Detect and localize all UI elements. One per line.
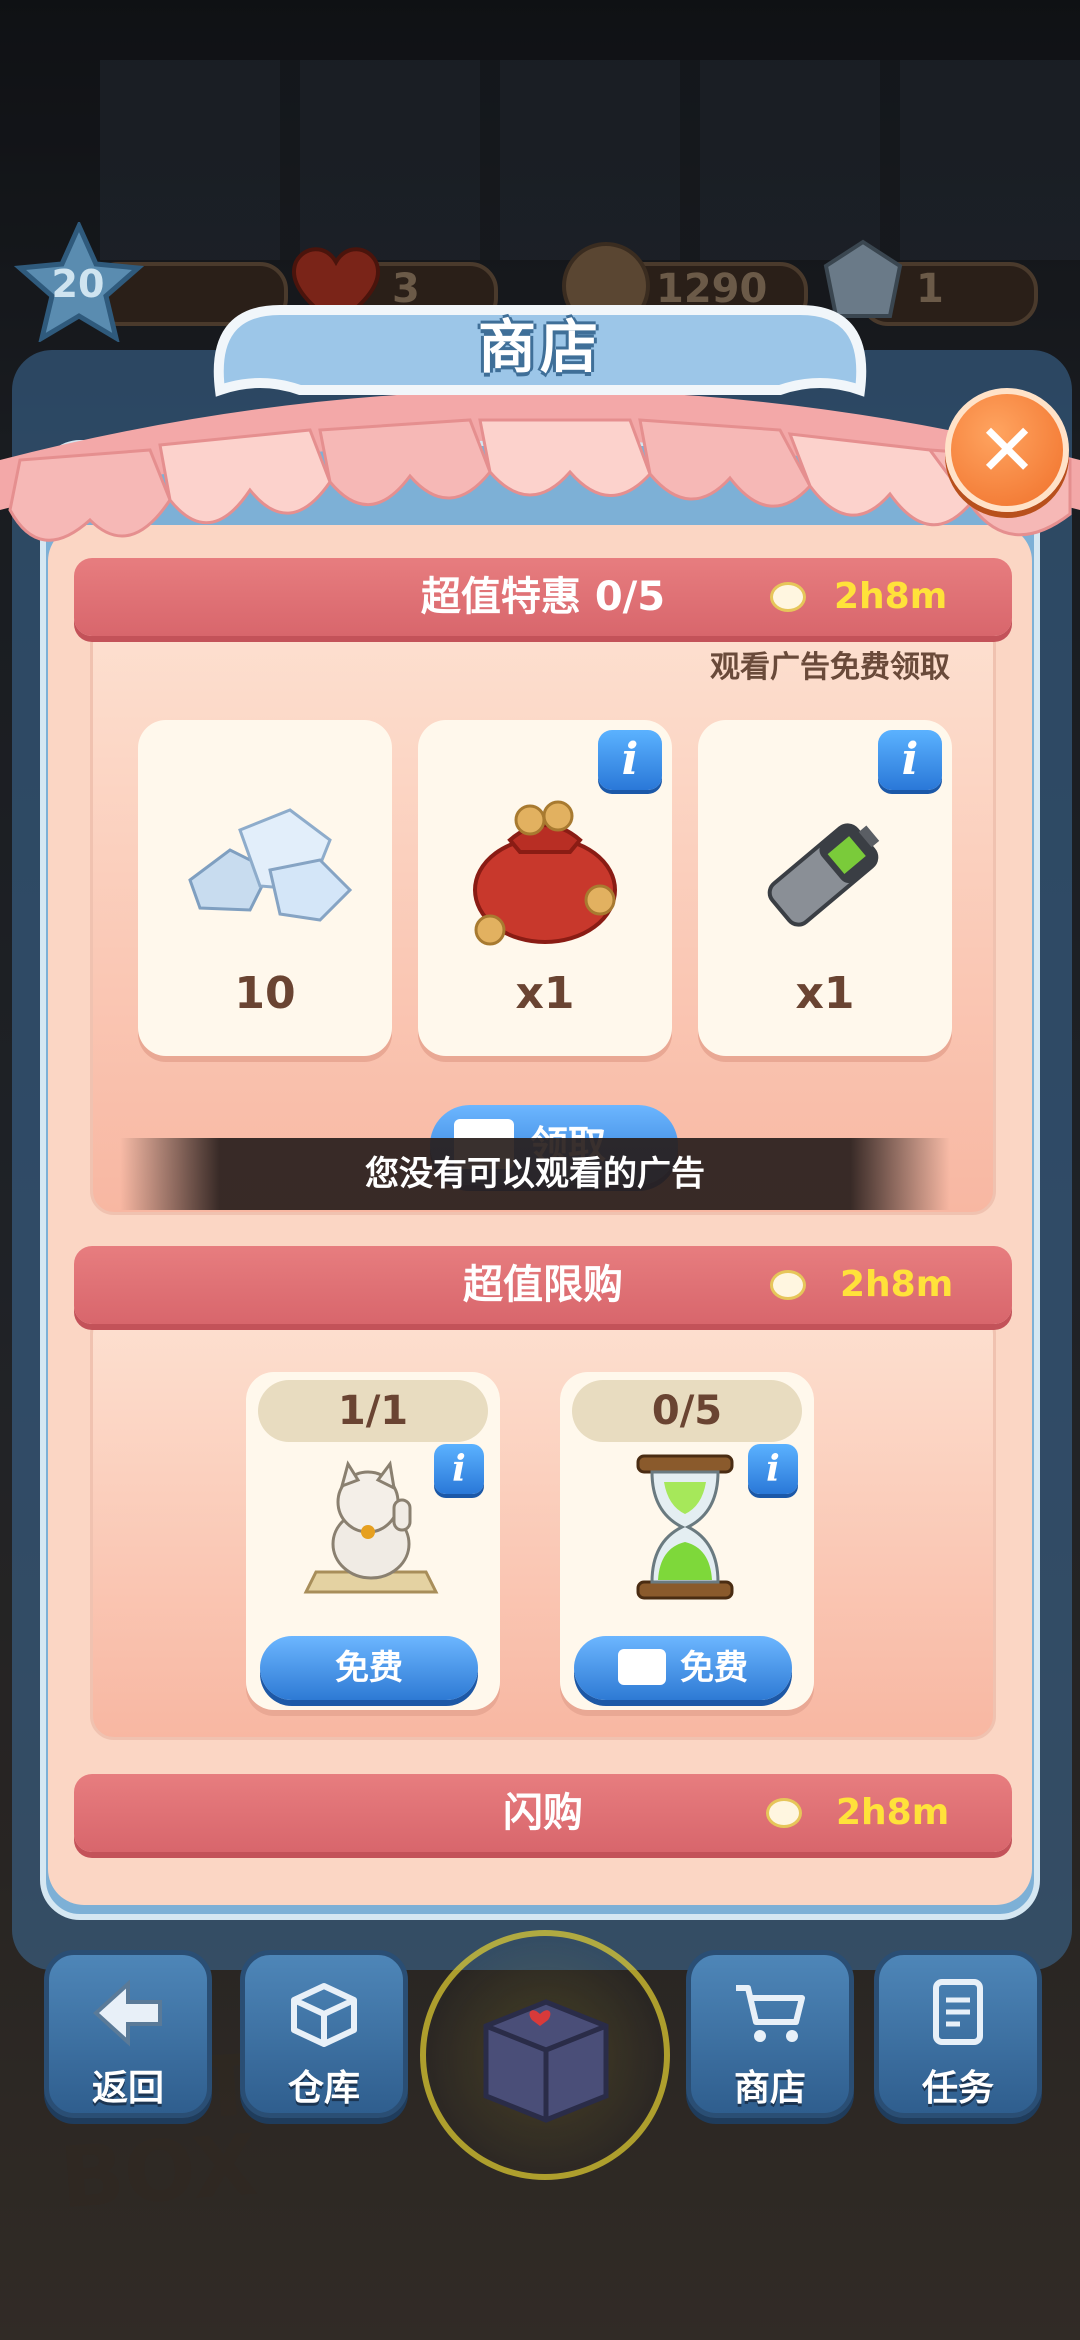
deal-card-coin-bag[interactable]: i x1: [418, 720, 672, 1056]
purchase-count: 0/5: [572, 1380, 802, 1442]
deal-value: x1: [515, 968, 575, 1019]
hourglass-icon: [636, 1454, 734, 1600]
nav-back-label: 返回: [91, 2068, 164, 2109]
free-video-button[interactable]: 免费: [574, 1636, 792, 1700]
free-button[interactable]: 免费: [260, 1636, 478, 1700]
deal-card-gems[interactable]: 10: [138, 720, 392, 1056]
chest-icon: [483, 1999, 609, 2123]
nav-tasks-label: 任务: [921, 2068, 994, 2109]
flash-header: 闪购 2h8m: [74, 1774, 1012, 1852]
info-icon[interactable]: i: [748, 1444, 798, 1494]
deals-header: 超值特惠 0/5 2h8m: [74, 558, 1012, 636]
video-icon: [618, 1648, 666, 1685]
limited-header: 超值限购 2h8m: [74, 1246, 1012, 1324]
task-list-icon: [879, 1973, 1037, 2053]
cart-icon: [691, 1973, 849, 2053]
ad-hint: 观看广告免费领取: [710, 650, 950, 685]
level-value: 20: [51, 262, 105, 306]
timer-icon: [766, 1798, 802, 1828]
shop-title: 商店: [477, 313, 602, 381]
deal-card-battery[interactable]: i x1: [698, 720, 952, 1056]
nav-back-button[interactable]: 返回: [44, 1950, 212, 2118]
limited-section: [90, 1310, 996, 1740]
gems-value: 1: [916, 266, 944, 312]
free-label: 免费: [680, 1648, 748, 1688]
gem-pile-icon: [188, 808, 353, 922]
toast-text: 您没有可以观看的广告: [365, 1154, 705, 1194]
lucky-cat-icon: [303, 1460, 439, 1594]
nav-tasks-button[interactable]: 任务: [874, 1950, 1042, 2118]
limited-timer: 2h8m: [840, 1264, 954, 1305]
flash-timer: 2h8m: [836, 1792, 950, 1833]
coin-bag-icon: [473, 800, 617, 946]
nav-warehouse-button[interactable]: 仓库: [240, 1950, 408, 2118]
arrow-left-icon: [49, 1973, 207, 2053]
box-icon: [245, 1973, 403, 2053]
no-ad-toast: 您没有可以观看的广告: [120, 1138, 950, 1210]
limited-card-lucky-cat[interactable]: 1/1 i 免费: [246, 1372, 500, 1710]
nav-warehouse-label: 仓库: [287, 2068, 360, 2109]
deals-timer: 2h8m: [834, 576, 948, 617]
timer-icon: [770, 582, 806, 612]
close-button[interactable]: ✕: [945, 388, 1069, 512]
info-icon[interactable]: i: [878, 730, 942, 790]
purchase-count: 1/1: [258, 1380, 488, 1442]
battery-icon: [767, 823, 880, 927]
deal-value: 10: [234, 968, 296, 1019]
limited-card-hourglass[interactable]: 0/5 i 免费: [560, 1372, 814, 1710]
center-chest-highlight[interactable]: [420, 1930, 670, 2180]
timer-icon: [770, 1270, 806, 1300]
nav-shop-label: 商店: [733, 2068, 806, 2109]
deal-value: x1: [795, 968, 855, 1019]
nav-shop-button[interactable]: 商店: [686, 1950, 854, 2118]
